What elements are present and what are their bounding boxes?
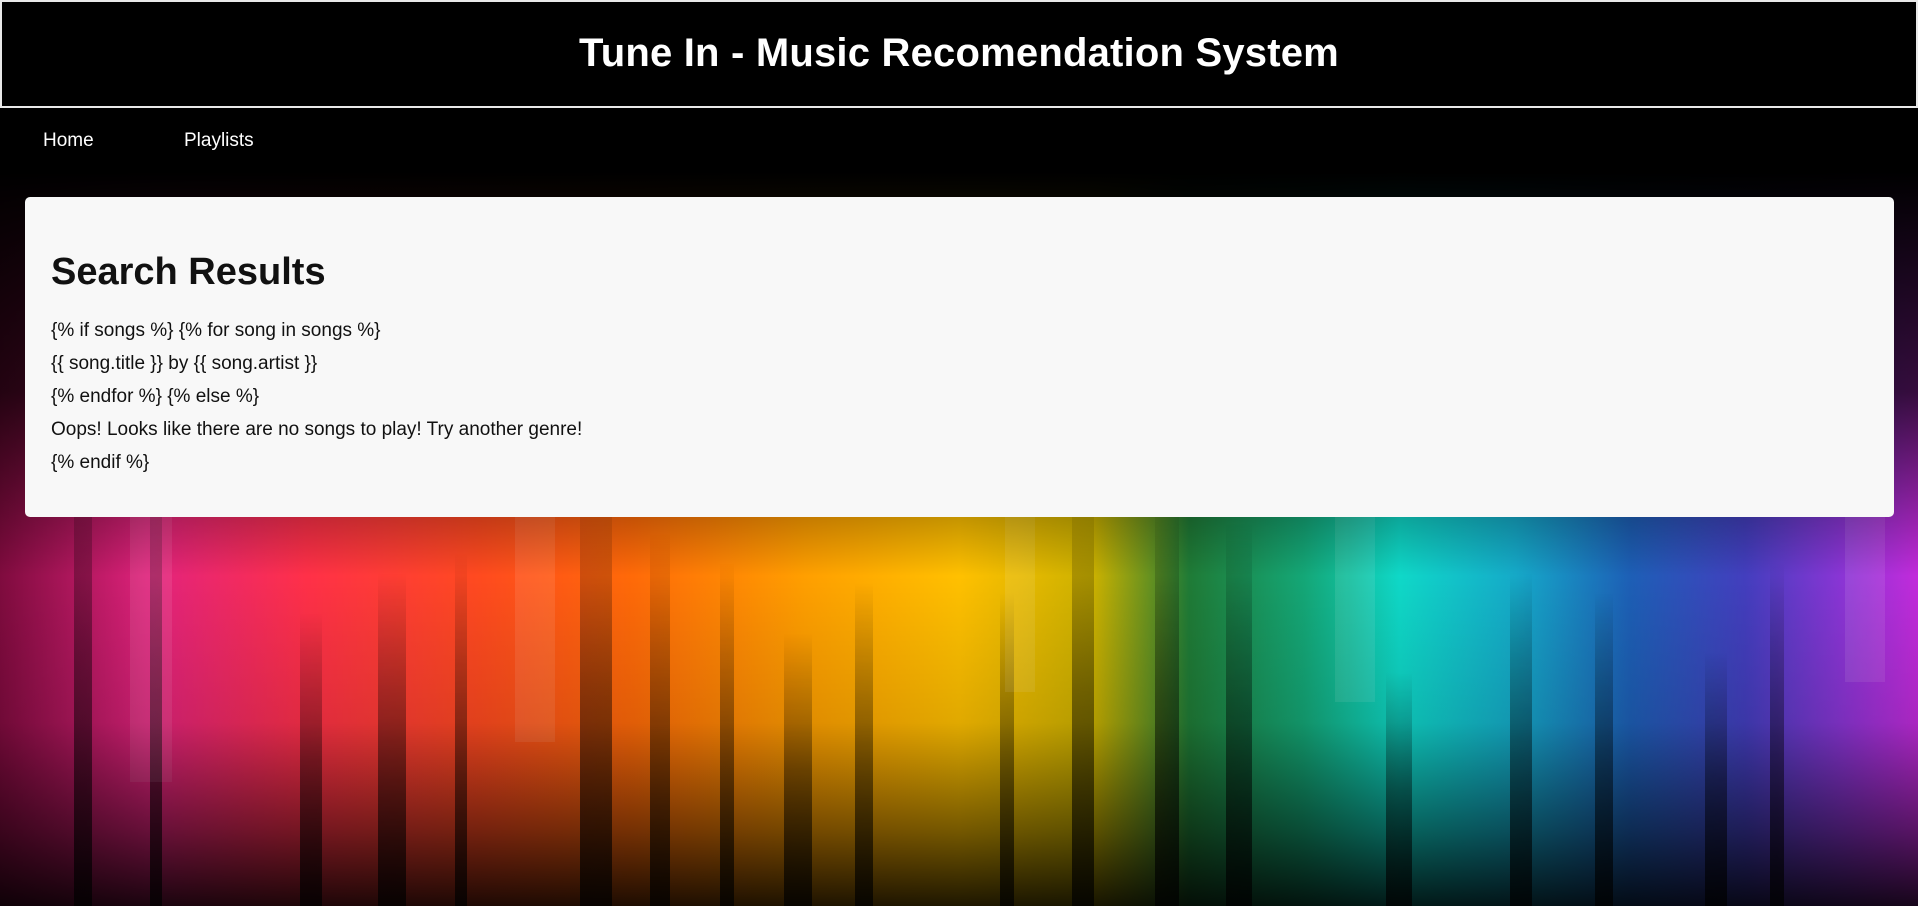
search-results-heading: Search Results [51,251,326,293]
song-line: {{ song.title }} by {{ song.artist }} [51,353,318,374]
main-nav: Home Playlists [0,108,1918,172]
template-if-line: {% if songs %} {% for song in songs %} [51,320,381,341]
no-songs-message: Oops! Looks like there are no songs to p… [51,419,583,440]
search-results-card: Search Results {% if songs %} {% for son… [25,197,1894,517]
search-results-content: {% if songs %} {% for song in songs %} {… [51,314,582,479]
template-endif-line: {% endif %} [51,452,150,473]
nav-item-playlists[interactable]: Playlists [184,130,254,152]
site-header: Tune In - Music Recomendation System [0,0,1918,108]
template-endfor-line: {% endfor %} {% else %} [51,386,260,407]
nav-item-home[interactable]: Home [43,130,94,152]
page-title: Tune In - Music Recomendation System [579,30,1339,75]
